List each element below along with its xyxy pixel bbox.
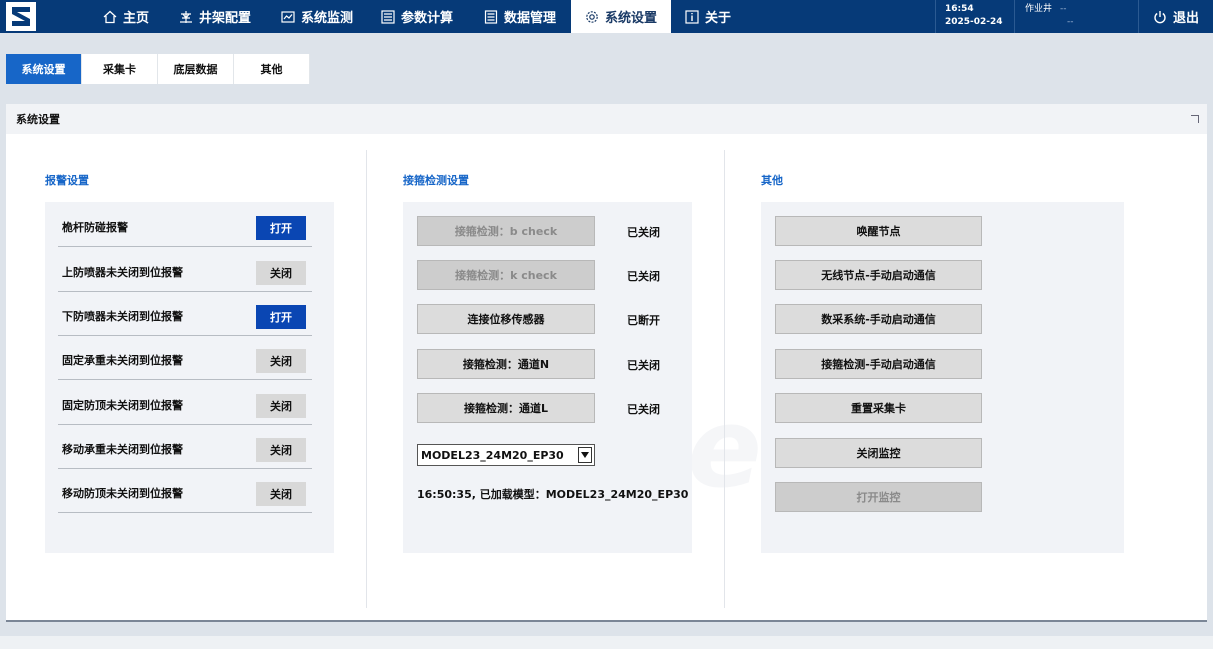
home-icon (103, 10, 117, 23)
nav-system-monitor-label: 系统监测 (301, 11, 354, 26)
channel-n-button[interactable]: 接箍检测：通道N (417, 349, 595, 379)
topbar-separator (935, 0, 936, 33)
chevron-down-icon[interactable] (578, 447, 592, 463)
column-divider (366, 150, 367, 608)
subtab-system-settings[interactable]: 系统设置 (6, 54, 82, 84)
calculator-icon (381, 9, 395, 24)
connect-displacement-sensor-button[interactable]: 连接位移传感器 (417, 304, 595, 334)
nav-data-management[interactable]: 数据管理 (484, 0, 556, 33)
nav-home[interactable]: 主页 (103, 0, 149, 33)
nav-system-settings-label: 系统设置 (605, 11, 658, 26)
derrick-icon (180, 10, 192, 23)
model-select-value: MODEL23_24M20_EP30 (421, 448, 564, 462)
monitor-icon (281, 10, 295, 23)
alarm-toggle-button[interactable]: 关闭 (256, 482, 306, 506)
b-check-button[interactable]: 接箍检测：b check (417, 216, 595, 246)
alarm-label: 移动防顶未关闭到位报警 (62, 487, 183, 500)
nav-data-management-label: 数据管理 (504, 11, 557, 26)
b-check-status: 已关闭 (627, 226, 660, 239)
info-icon (685, 9, 699, 24)
time-text: 16:54 (945, 4, 974, 14)
alarm-label: 下防喷器未关闭到位报警 (62, 310, 183, 323)
model-select[interactable]: MODEL23_24M20_EP30 (417, 444, 595, 466)
topbar-separator (1138, 0, 1139, 33)
alarm-row: 固定承重未关闭到位报警 关闭 (58, 335, 312, 380)
nav-about[interactable]: 关于 (685, 0, 731, 33)
daq-system-start-comm-button[interactable]: 数采系统-手动启动通信 (775, 304, 982, 334)
reset-acquisition-card-button[interactable]: 重置采集卡 (775, 393, 982, 423)
date-text: 2025-02-24 (945, 17, 1003, 27)
nav-about-label: 关于 (705, 11, 732, 26)
channel-l-button[interactable]: 接箍检测：通道L (417, 393, 595, 423)
alarm-toggle-button[interactable]: 关闭 (256, 438, 306, 462)
alarm-label: 移动承重未关闭到位报警 (62, 443, 183, 456)
top-navigation-bar: 主页 井架配置 系统监测 参数计算 数据管理 系统设置 关于 16:54 202… (0, 0, 1213, 33)
alarm-toggle-button[interactable]: 关闭 (256, 261, 306, 285)
panel-title: 系统设置 (16, 113, 60, 126)
alarm-row: 上防喷器未关闭到位报警 关闭 (58, 247, 312, 292)
data-icon (484, 9, 498, 24)
alarm-toggle-button[interactable]: 关闭 (256, 349, 306, 373)
alarm-toggle-button[interactable]: 打开 (256, 216, 306, 240)
power-icon (1154, 10, 1166, 23)
alarm-section-title: 报警设置 (45, 174, 89, 187)
subtab-acquisition-card[interactable]: 采集卡 (82, 54, 158, 84)
nav-derrick-config-label: 井架配置 (199, 11, 252, 26)
subtab-other[interactable]: 其他 (234, 54, 310, 84)
close-monitor-button[interactable]: 关闭监控 (775, 438, 982, 468)
current-well-display: 作业井 -- -- (1025, 3, 1074, 29)
datetime-display: 16:54 2025-02-24 (945, 3, 1003, 29)
other-section-title: 其他 (761, 174, 783, 187)
alarm-label: 上防喷器未关闭到位报警 (62, 266, 183, 279)
well-label: 作业井 (1025, 4, 1053, 14)
other-settings-box: 唤醒节点 无线节点-手动启动通信 数采系统-手动启动通信 接箍检测-手动启动通信… (761, 202, 1124, 553)
settings-subtabs: 系统设置 采集卡 底层数据 其他 (6, 54, 310, 84)
model-loaded-message: 16:50:35, 已加载模型：MODEL23_24M20_EP30 (417, 488, 689, 501)
nav-system-settings[interactable]: 系统设置 (571, 0, 672, 33)
footer-bar (0, 636, 1213, 649)
column-divider (724, 150, 725, 608)
expand-corner-icon[interactable] (1191, 115, 1199, 123)
alarm-row: 桅杆防碰报警 打开 (58, 202, 312, 247)
k-check-status: 已关闭 (627, 270, 660, 283)
alarm-row: 下防喷器未关闭到位报警 打开 (58, 291, 312, 336)
topbar-separator (1014, 0, 1015, 33)
detect-settings-box: 接箍检测：b check 已关闭 接箍检测：k check 已关闭 连接位移传感… (403, 202, 692, 553)
logout-label: 退出 (1173, 11, 1200, 26)
nav-derrick-config[interactable]: 井架配置 (179, 0, 251, 33)
wireless-node-start-comm-button[interactable]: 无线节点-手动启动通信 (775, 260, 982, 290)
alarm-label: 桅杆防碰报警 (62, 221, 128, 234)
alarm-settings-box: 桅杆防碰报警 打开 上防喷器未关闭到位报警 关闭 下防喷器未关闭到位报警 打开 … (45, 202, 334, 553)
subtab-low-level-data[interactable]: 底层数据 (158, 54, 234, 84)
alarm-row: 移动防顶未关闭到位报警 关闭 (58, 468, 312, 513)
displacement-sensor-status: 已断开 (627, 314, 660, 327)
alarm-label: 固定防顶未关闭到位报警 (62, 399, 183, 412)
channel-l-status: 已关闭 (627, 403, 660, 416)
well-value-secondary: -- (1067, 17, 1074, 27)
nav-system-monitor[interactable]: 系统监测 (281, 0, 353, 33)
alarm-row: 移动承重未关闭到位报警 关闭 (58, 424, 312, 469)
logout-button[interactable]: 退出 (1153, 0, 1199, 33)
alarm-label: 固定承重未关闭到位报警 (62, 354, 183, 367)
nav-home-label: 主页 (123, 11, 150, 26)
company-logo (6, 2, 36, 31)
open-monitor-button[interactable]: 打开监控 (775, 482, 982, 512)
coupling-detect-start-comm-button[interactable]: 接箍检测-手动启动通信 (775, 349, 982, 379)
alarm-toggle-button[interactable]: 关闭 (256, 394, 306, 418)
detect-section-title: 接箍检测设置 (403, 174, 469, 187)
nav-param-calc-label: 参数计算 (401, 11, 454, 26)
nav-param-calc[interactable]: 参数计算 (381, 0, 453, 33)
wake-node-button[interactable]: 唤醒节点 (775, 216, 982, 246)
k-check-button[interactable]: 接箍检测：k check (417, 260, 595, 290)
channel-n-status: 已关闭 (627, 359, 660, 372)
system-settings-panel: 系统设置 sinie 报警设置 桅杆防碰报警 打开 上防喷器未关闭到位报警 关闭… (6, 104, 1207, 622)
panel-header: 系统设置 (6, 104, 1207, 134)
well-value: -- (1060, 4, 1067, 14)
gear-icon (586, 10, 598, 23)
alarm-toggle-button[interactable]: 打开 (256, 305, 306, 329)
alarm-row: 固定防顶未关闭到位报警 关闭 (58, 380, 312, 425)
